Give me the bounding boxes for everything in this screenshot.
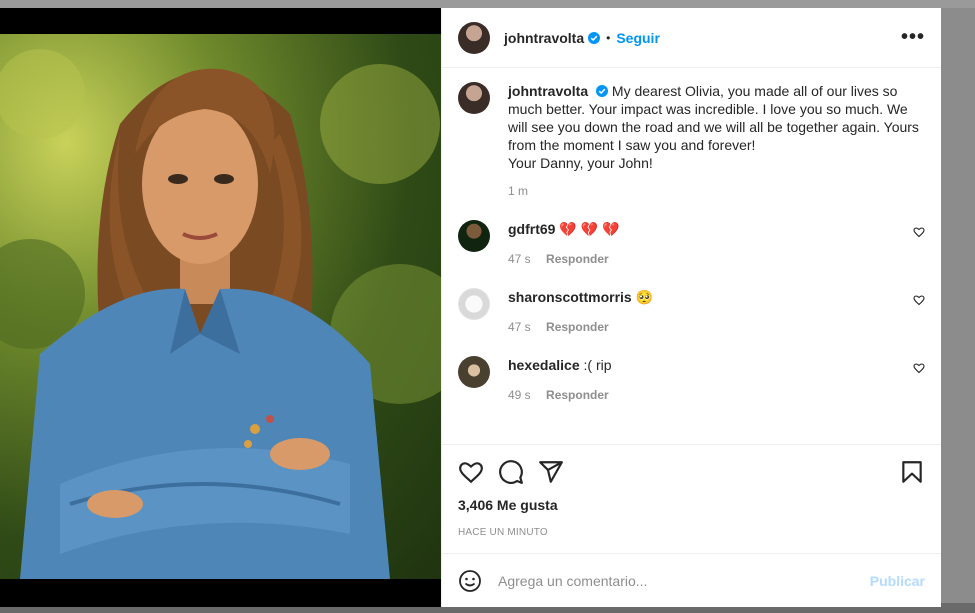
comment-text: hexedalice :( rip bbox=[508, 356, 925, 374]
commenter-username[interactable]: hexedalice bbox=[508, 357, 580, 373]
paper-plane-icon[interactable] bbox=[538, 459, 564, 485]
reply-button[interactable]: Responder bbox=[546, 388, 609, 402]
comments-list[interactable]: johntravolta My dearest Olivia, you made… bbox=[442, 68, 941, 444]
comment-content: 💔 💔 💔 bbox=[559, 221, 620, 237]
comment-time: 47 s bbox=[508, 320, 531, 334]
caption-signoff: Your Danny, your John! bbox=[508, 155, 653, 171]
add-comment-bar: Publicar bbox=[442, 553, 941, 607]
comment-body: gdfrt69 💔 💔 💔 47 s Responder bbox=[508, 220, 925, 266]
post-image bbox=[0, 34, 441, 579]
post-photo bbox=[0, 8, 441, 607]
follow-button[interactable]: Seguir bbox=[616, 30, 660, 46]
comment-meta: 47 s Responder bbox=[508, 320, 925, 334]
comment-input[interactable] bbox=[498, 572, 870, 589]
comment-meta: 49 s Responder bbox=[508, 388, 925, 402]
comment-item: hexedalice :( rip 49 s Responder bbox=[458, 356, 925, 402]
bookmark-icon[interactable] bbox=[899, 459, 925, 485]
smiley-icon[interactable] bbox=[458, 569, 482, 593]
likes-count[interactable]: 3,406 Me gusta bbox=[458, 497, 925, 513]
page-top-strip bbox=[0, 0, 975, 8]
caption-timestamp: 1 m bbox=[508, 184, 529, 198]
author-username[interactable]: johntravolta bbox=[504, 30, 584, 46]
post-caption: johntravolta My dearest Olivia, you made… bbox=[458, 82, 925, 172]
separator-dot: • bbox=[606, 30, 611, 45]
comment-heart-icon[interactable] bbox=[913, 362, 925, 374]
post-header: johntravolta • Seguir ••• bbox=[442, 8, 941, 68]
author-avatar[interactable] bbox=[458, 21, 490, 54]
commenter-username[interactable]: sharonscottmorris bbox=[508, 289, 632, 305]
publish-button[interactable]: Publicar bbox=[870, 573, 925, 589]
comment-content: 🥺 bbox=[635, 289, 654, 305]
comment-time: 47 s bbox=[508, 252, 531, 266]
comment-text: sharonscottmorris 🥺 bbox=[508, 288, 925, 306]
comment-icon[interactable] bbox=[498, 459, 524, 485]
caption-text: johntravolta My dearest Olivia, you made… bbox=[508, 82, 925, 172]
heart-icon[interactable] bbox=[458, 459, 484, 485]
more-options-button[interactable]: ••• bbox=[901, 26, 925, 49]
verified-badge-icon bbox=[596, 85, 609, 97]
comment-heart-icon[interactable] bbox=[913, 294, 925, 306]
comment-content: :( rip bbox=[583, 357, 612, 373]
commenter-avatar[interactable] bbox=[458, 220, 490, 252]
commenter-username[interactable]: gdfrt69 bbox=[508, 221, 555, 237]
post-actions: 3,406 Me gusta HACE UN MINUTO bbox=[442, 444, 941, 553]
caption-avatar[interactable] bbox=[458, 82, 490, 114]
commenter-avatar[interactable] bbox=[458, 288, 490, 320]
comment-meta: 47 s Responder bbox=[508, 252, 925, 266]
comment-body: hexedalice :( rip 49 s Responder bbox=[508, 356, 925, 402]
comment-item: sharonscottmorris 🥺 47 s Responder bbox=[458, 288, 925, 334]
post-modal: johntravolta • Seguir ••• johntravolta M… bbox=[0, 8, 941, 607]
comment-body: sharonscottmorris 🥺 47 s Responder bbox=[508, 288, 925, 334]
post-side-panel: johntravolta • Seguir ••• johntravolta M… bbox=[441, 8, 941, 607]
action-icons bbox=[458, 457, 925, 487]
verified-badge-icon bbox=[588, 31, 601, 44]
comment-time: 49 s bbox=[508, 388, 531, 402]
comment-heart-icon[interactable] bbox=[913, 226, 925, 238]
comment-text: gdfrt69 💔 💔 💔 bbox=[508, 220, 925, 238]
commenter-avatar[interactable] bbox=[458, 356, 490, 388]
comment-item: gdfrt69 💔 💔 💔 47 s Responder bbox=[458, 220, 925, 266]
reply-button[interactable]: Responder bbox=[546, 320, 609, 334]
post-timestamp: HACE UN MINUTO bbox=[458, 527, 548, 538]
caption-username[interactable]: johntravolta bbox=[508, 83, 588, 99]
reply-button[interactable]: Responder bbox=[546, 252, 609, 266]
